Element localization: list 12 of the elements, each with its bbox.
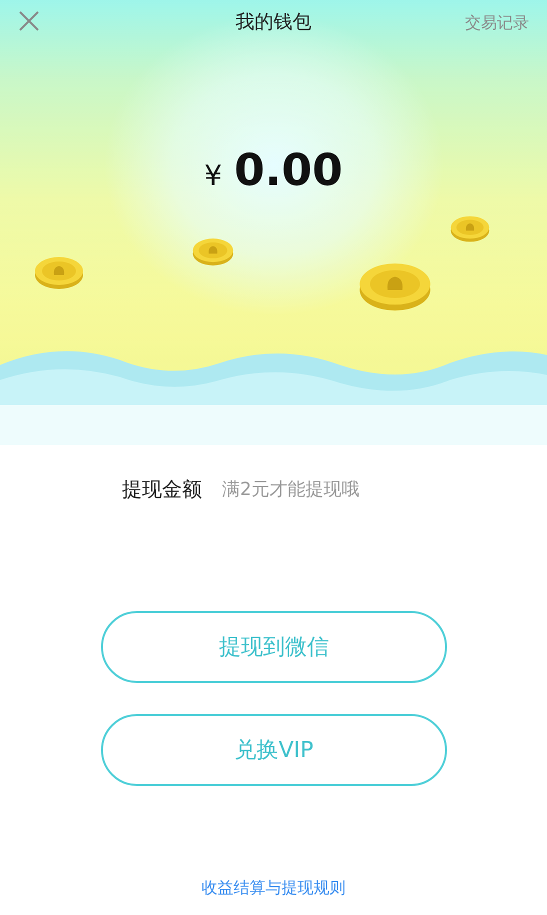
rules-link[interactable]: 收益结算与提现规则 — [202, 878, 346, 897]
balance-amount: 0.00 — [234, 144, 343, 198]
action-button[interactable]: 兑换VIP — [101, 714, 447, 786]
withdraw-label: 提现金额 — [122, 476, 202, 503]
amount-field[interactable]: 满2元才能提现哦 — [222, 476, 462, 502]
currency-symbol: ¥ — [204, 158, 222, 194]
coin-drawing — [34, 256, 84, 290]
coin-drawing — [450, 214, 490, 244]
page-title: 我的钱包 — [236, 10, 312, 36]
close-icon[interactable] — [18, 10, 40, 32]
transactions-link[interactable]: 交易记录 — [465, 11, 529, 35]
action-button[interactable]: 提现到微信 — [101, 611, 447, 683]
